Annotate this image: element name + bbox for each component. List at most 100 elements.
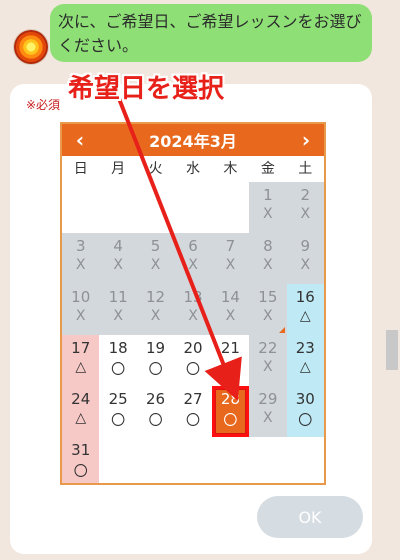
day-cell[interactable]: 24 △ (62, 386, 100, 437)
day-number: 28 (220, 390, 240, 408)
day-number: 14 (220, 288, 240, 306)
calendar-day-grid: 1 X 2 X 3 X 4 X 5 X 6 X 7 X 8 X 9 X 10 X 11 X 12 X 13 X 14 X 15 X 16 △ 1… (62, 182, 324, 483)
day-cell: 15 X (249, 284, 287, 335)
day-number: 1 (263, 186, 273, 204)
day-cell: 4X (99, 233, 137, 284)
day-cell: 1X (249, 182, 287, 233)
day-cell: 12 X (136, 284, 175, 335)
availability-status: X (150, 308, 161, 324)
day-cell[interactable]: 18 〇 (99, 335, 137, 386)
day-cell: 13 X (174, 284, 212, 335)
day-number: 4 (113, 237, 123, 255)
day-number: 22 (258, 339, 278, 357)
chevron-right-icon[interactable]: › (290, 124, 322, 156)
availability-status: X (225, 257, 236, 273)
day-cell[interactable]: 26 〇 (136, 386, 175, 437)
day-cell: 22 X (249, 335, 287, 386)
availability-status: X (113, 257, 123, 273)
chat-bubble: 次に、ご希望日、ご希望レッスンをお選びください。 (50, 4, 372, 62)
availability-status: 〇 (223, 362, 238, 378)
day-cell[interactable]: 23 △ (286, 335, 324, 386)
day-cell: 5X (136, 233, 175, 284)
empty-day-cell (136, 182, 175, 233)
availability-status: X (263, 257, 273, 273)
annotation-label: 希望日を選択 (68, 74, 225, 104)
availability-status: X (263, 410, 273, 426)
availability-status: X (263, 308, 273, 324)
day-cell: 2X (286, 182, 324, 233)
day-cell: 3X (62, 233, 100, 284)
availability-status: 〇 (223, 413, 238, 429)
day-cell: 11 X (99, 284, 137, 335)
day-cell[interactable]: 30 〇 (286, 386, 324, 437)
availability-status: 〇 (111, 413, 126, 429)
ok-button[interactable]: OK (257, 496, 363, 538)
weekday-label: 金 (260, 161, 275, 177)
availability-status: X (300, 257, 311, 273)
day-number: 24 (71, 390, 91, 408)
day-number: 11 (108, 288, 128, 306)
day-cell[interactable]: 19 〇 (136, 335, 175, 386)
day-cell[interactable]: 17 △ (62, 335, 100, 386)
chevron-left-icon[interactable]: ‹ (64, 124, 96, 156)
day-cell[interactable]: 27 〇 (174, 386, 212, 437)
availability-status: 〇 (185, 413, 200, 429)
required-note: ※必須 (26, 98, 61, 112)
day-cell: 14 X (211, 284, 250, 335)
day-number: 13 (183, 288, 203, 306)
day-number: 17 (71, 339, 91, 357)
day-cell: 29 X (249, 386, 287, 437)
day-number: 18 (108, 339, 128, 357)
availability-status: X (263, 206, 273, 222)
availability-status: X (75, 308, 86, 324)
day-number: 29 (258, 390, 278, 408)
day-number: 26 (146, 390, 166, 408)
empty-day-cell (174, 182, 212, 233)
weekday-label: 火 (148, 161, 163, 177)
day-number: 23 (295, 339, 315, 357)
availability-status: 〇 (185, 362, 200, 378)
day-number: 12 (146, 288, 166, 306)
day-number: 27 (183, 390, 203, 408)
day-number: 21 (220, 339, 240, 357)
calendar-month-title: 2024年3月 (149, 132, 237, 151)
day-number: 16 (295, 288, 315, 306)
availability-status: △ (75, 410, 87, 426)
day-number: 2 (300, 186, 311, 204)
weekday-label: 水 (185, 161, 200, 177)
scrollbar-thumb[interactable] (386, 330, 398, 370)
availability-status: △ (299, 359, 311, 375)
availability-status: 〇 (298, 413, 313, 429)
day-cell: 10 X (62, 284, 100, 335)
day-cell[interactable]: 16 △ (286, 284, 324, 335)
day-cell: 9X (286, 233, 324, 284)
availability-status: 〇 (148, 413, 163, 429)
availability-status: △ (75, 359, 87, 375)
day-cell[interactable]: 31 〇 (62, 437, 100, 483)
calendar-header: ‹ 2024年3月 › (62, 124, 324, 156)
empty-day-cell (211, 182, 250, 233)
day-cell[interactable]: 21 〇 (211, 335, 250, 386)
day-number: 8 (263, 237, 273, 255)
day-cell[interactable]: 25 〇 (99, 386, 137, 437)
availability-status: X (225, 308, 236, 324)
day-cell[interactable]: 20 〇 (174, 335, 212, 386)
day-number: 20 (183, 339, 203, 357)
weekday-label: 月 (111, 161, 126, 177)
day-number: 6 (188, 237, 198, 255)
day-number: 19 (146, 339, 166, 357)
day-number: 15 (258, 288, 278, 306)
empty-day-cell (99, 182, 137, 233)
weekday-label: 日 (73, 161, 88, 177)
availability-status: X (113, 308, 123, 324)
availability-status: 〇 (148, 362, 163, 378)
chat-message: 次に、ご希望日、ご希望レッスンをお選びください。 (58, 12, 362, 55)
day-cell: 7X (211, 233, 250, 284)
day-cell-selected[interactable]: 28 〇 (211, 386, 250, 437)
bot-avatar (14, 30, 48, 64)
day-number: 31 (71, 441, 91, 459)
day-number: 25 (108, 390, 128, 408)
day-number: 30 (295, 390, 315, 408)
day-number: 9 (300, 237, 311, 255)
day-number: 10 (71, 288, 91, 306)
